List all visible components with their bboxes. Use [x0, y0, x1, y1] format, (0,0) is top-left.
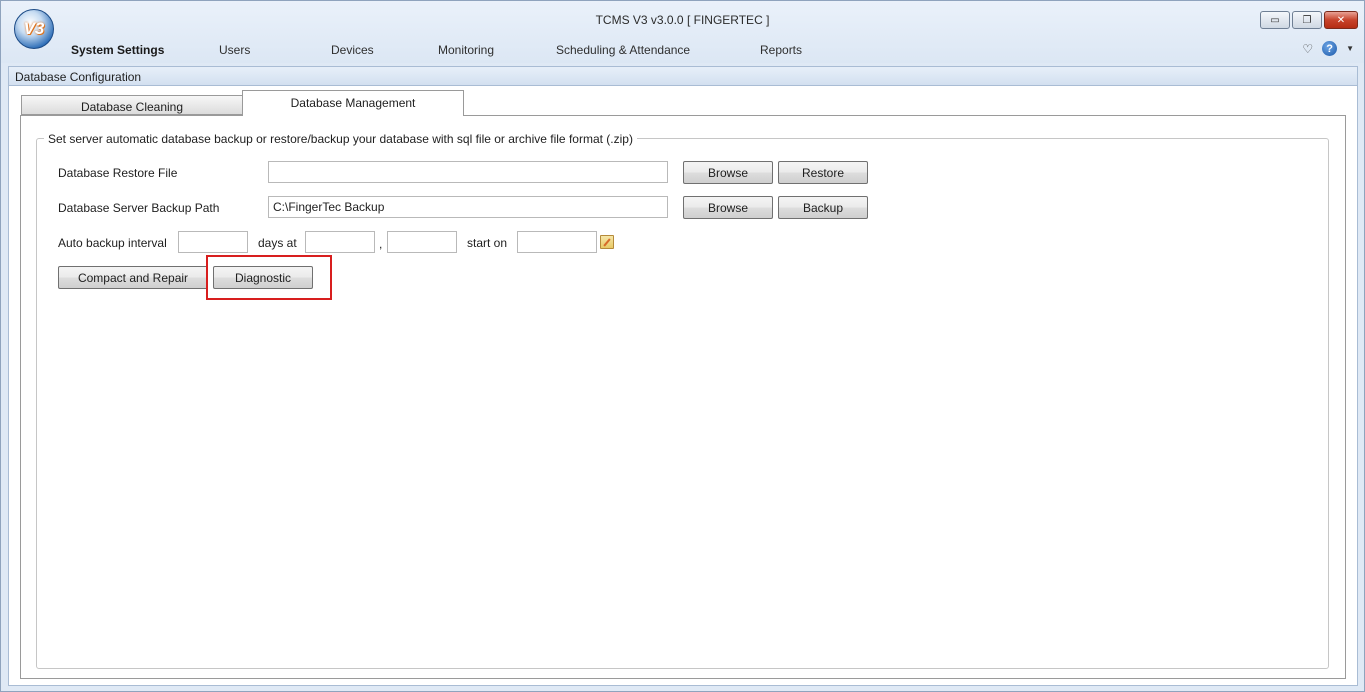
close-button[interactable]: ✕: [1324, 11, 1358, 29]
browse-backup-button[interactable]: Browse: [683, 196, 773, 219]
chevron-down-icon[interactable]: ▼: [1346, 44, 1354, 53]
restore-file-input[interactable]: [268, 161, 668, 183]
backup-path-label: Database Server Backup Path: [58, 201, 220, 215]
start-date-input[interactable]: [517, 231, 597, 253]
window-title: TCMS V3 v3.0.0 [ FINGERTEC ]: [595, 13, 770, 27]
time-separator: ,: [379, 237, 383, 251]
days-at-label: days at: [258, 236, 297, 250]
tab-database-cleaning[interactable]: Database Cleaning: [21, 95, 243, 115]
section-title: Database Configuration: [8, 66, 1358, 86]
backup-time-input-1[interactable]: [305, 231, 375, 253]
title-bar: V3 TCMS V3 v3.0.0 [ FINGERTEC ] ▭ ❐ ✕ Sy…: [1, 1, 1364, 63]
restore-button[interactable]: ❐: [1292, 11, 1322, 29]
restore-button[interactable]: Restore: [778, 161, 868, 184]
heart-icon[interactable]: ♡: [1302, 42, 1313, 56]
browse-restore-button[interactable]: Browse: [683, 161, 773, 184]
menu-item-users[interactable]: Users: [219, 43, 250, 57]
diagnostic-highlight: [206, 255, 332, 300]
start-on-label: start on: [467, 236, 508, 250]
menu-right-icons: ♡ ? ▼: [1302, 41, 1354, 56]
backup-path-input[interactable]: [268, 196, 668, 218]
restore-file-label: Database Restore File: [58, 166, 178, 180]
menu-item-reports[interactable]: Reports: [760, 43, 802, 57]
menu-item-devices[interactable]: Devices: [331, 43, 374, 57]
tab-database-management[interactable]: Database Management: [242, 90, 464, 116]
app-window: V3 TCMS V3 v3.0.0 [ FINGERTEC ] ▭ ❐ ✕ Sy…: [0, 0, 1365, 692]
backup-time-input-2[interactable]: [387, 231, 457, 253]
menu-item-system-settings[interactable]: System Settings: [71, 43, 164, 57]
interval-days-input[interactable]: [178, 231, 248, 253]
menu-item-scheduling-attendance[interactable]: Scheduling & Attendance: [556, 43, 690, 57]
calendar-icon[interactable]: [600, 235, 614, 249]
auto-backup-label: Auto backup interval: [58, 236, 167, 250]
main-menu: System Settings Users Devices Monitoring…: [1, 43, 1364, 59]
help-icon[interactable]: ?: [1322, 41, 1338, 56]
minimize-button[interactable]: ▭: [1260, 11, 1290, 29]
group-legend: Set server automatic database backup or …: [44, 132, 637, 146]
backup-button[interactable]: Backup: [778, 196, 868, 219]
compact-repair-button[interactable]: Compact and Repair: [58, 266, 208, 289]
window-controls: ▭ ❐ ✕: [1260, 11, 1358, 29]
menu-item-monitoring[interactable]: Monitoring: [438, 43, 494, 57]
